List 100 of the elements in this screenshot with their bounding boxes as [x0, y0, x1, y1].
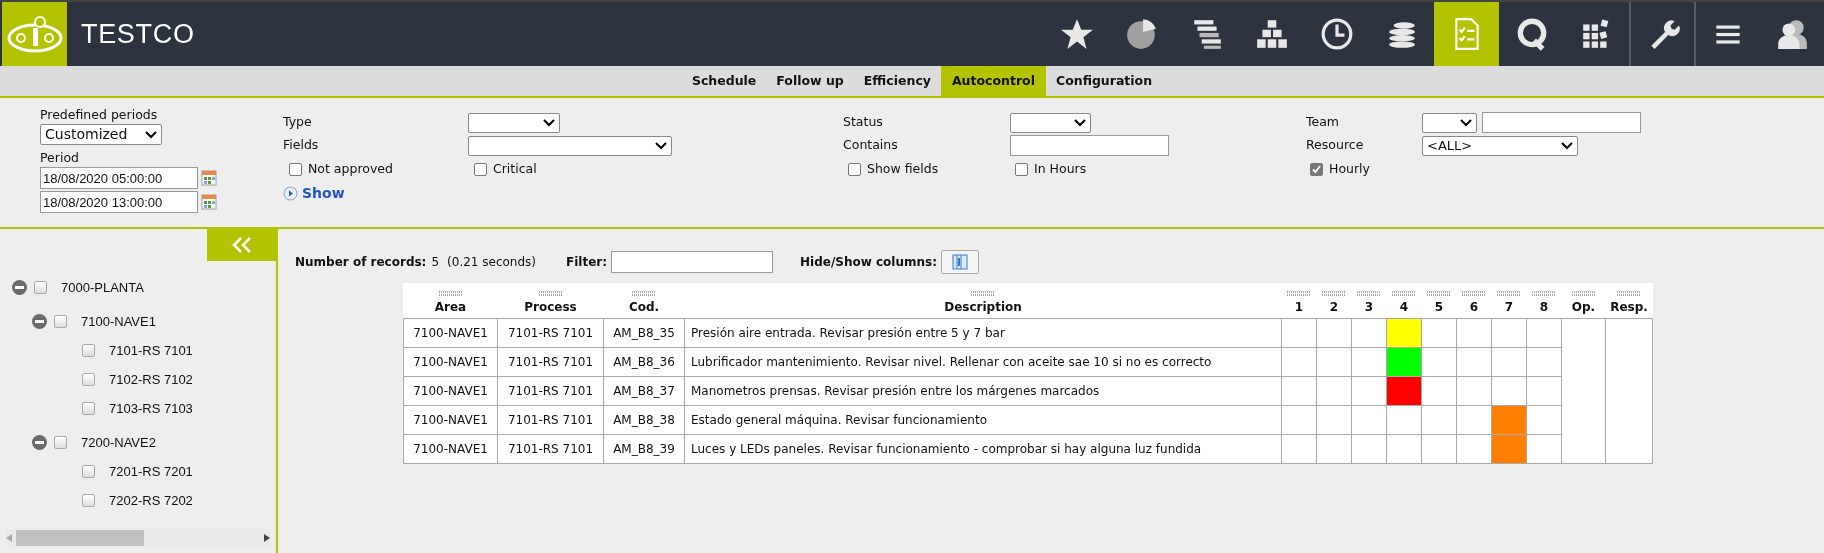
tab[interactable]: Efficiency: [853, 66, 941, 96]
columns-toggle-button[interactable]: [941, 250, 979, 274]
column-header[interactable]: Area: [434, 297, 467, 316]
dropdown[interactable]: <ALL>: [1422, 135, 1578, 156]
records-label: Number of records:: [295, 254, 427, 271]
drag-grip-icon[interactable]: [1357, 290, 1381, 296]
column-header[interactable]: Process: [524, 297, 577, 316]
double-chevron-left-icon: [230, 236, 253, 254]
calendar-icon[interactable]: [201, 194, 217, 210]
drag-grip-icon[interactable]: [632, 290, 656, 296]
predefined-periods-select[interactable]: Customized: [40, 124, 162, 145]
drag-grip-icon[interactable]: [438, 290, 463, 296]
clock-icon: [1319, 17, 1354, 51]
field-label: Type: [283, 113, 313, 132]
tab[interactable]: Configuration: [1046, 66, 1163, 96]
checkbox[interactable]: [54, 436, 67, 449]
tab[interactable]: Autocontrol: [940, 66, 1046, 96]
columns-toggle-label: Hide/Show columns:: [800, 254, 937, 271]
checkbox[interactable]: [289, 163, 302, 176]
table-cell: 7101-RS 7101: [497, 405, 604, 434]
collapse-icon[interactable]: [32, 314, 47, 329]
drag-grip-icon[interactable]: [1617, 290, 1641, 296]
drag-grip-icon[interactable]: [1497, 290, 1521, 296]
scroll-right-icon[interactable]: [264, 534, 270, 542]
tree-item[interactable]: 7201-RS 7201: [109, 461, 193, 482]
column-header[interactable]: 7: [1504, 297, 1514, 316]
drag-grip-icon[interactable]: [1322, 290, 1346, 296]
table-cell: 7100-NAVE1: [403, 405, 498, 434]
tree-item[interactable]: 7202-RS 7202: [109, 490, 193, 511]
chevron-down-icon: [145, 130, 157, 139]
table-cell: Lubrificador mantenimiento. Revisar nivel. Rellenar con aceite sae 10 si no es correcto: [684, 347, 1282, 376]
drag-grip-icon[interactable]: [1427, 290, 1451, 296]
drag-grip-icon[interactable]: [538, 290, 563, 296]
tree-item[interactable]: 7200-NAVE2: [81, 432, 156, 453]
field-label: Contains: [843, 136, 899, 155]
drag-grip-icon[interactable]: [1462, 290, 1486, 296]
date-field[interactable]: 18/08/2020 05:00:00: [40, 167, 198, 189]
column-header[interactable]: 8: [1539, 297, 1549, 316]
checkbox[interactable]: [1015, 163, 1028, 176]
column-header[interactable]: 1: [1294, 297, 1304, 316]
filter-label: Filter:: [566, 254, 608, 271]
collapse-icon[interactable]: [32, 435, 47, 450]
horizontal-scrollbar[interactable]: [6, 529, 270, 547]
checkbox[interactable]: [82, 373, 95, 386]
field-label: Resource: [1306, 136, 1365, 155]
checkbox[interactable]: [474, 163, 487, 176]
table-cell: 7100-NAVE1: [403, 318, 498, 347]
column-header[interactable]: Op.: [1571, 297, 1596, 316]
checkbox[interactable]: [82, 494, 95, 507]
date-field[interactable]: 18/08/2020 13:00:00: [40, 191, 198, 213]
tab[interactable]: Schedule: [681, 66, 767, 96]
column-header[interactable]: 4: [1399, 297, 1409, 316]
tree-item[interactable]: 7103-RS 7103: [109, 398, 193, 419]
drag-grip-icon[interactable]: [1571, 290, 1596, 296]
tree-item[interactable]: 7000-PLANTA: [61, 277, 144, 298]
table-cell: AM_B8_37: [603, 376, 685, 405]
field-label: Predefined periods: [40, 106, 159, 124]
scroll-left-icon[interactable]: [6, 534, 12, 542]
field-label: Status: [843, 113, 884, 132]
calendar-icon[interactable]: [201, 170, 217, 186]
checkbox[interactable]: [848, 163, 861, 176]
tree-item[interactable]: 7102-RS 7102: [109, 369, 193, 390]
column-header[interactable]: Resp.: [1610, 297, 1648, 316]
column-header[interactable]: 3: [1364, 297, 1374, 316]
dropdown[interactable]: [1422, 112, 1477, 133]
column-header[interactable]: 5: [1434, 297, 1444, 316]
chevron-down-icon: [543, 118, 555, 127]
table-cell: AM_B8_36: [603, 347, 685, 376]
column-header[interactable]: 6: [1469, 297, 1479, 316]
tab[interactable]: Follow up: [766, 66, 854, 96]
table-cell: Presión aire entrada. Revisar presión entre 5 y 7 bar: [684, 318, 1282, 347]
checkbox[interactable]: [82, 402, 95, 415]
input-field[interactable]: [1482, 112, 1641, 133]
collapse-icon[interactable]: [12, 280, 27, 295]
table-cell: AM_B8_39: [603, 434, 685, 463]
collapse-button[interactable]: [207, 229, 276, 261]
table-cell: AM_B8_35: [603, 318, 685, 347]
column-header[interactable]: Description: [944, 297, 1022, 316]
filter-field[interactable]: [611, 251, 774, 273]
column-header[interactable]: 2: [1329, 297, 1339, 316]
input-field[interactable]: [1010, 135, 1169, 156]
drag-grip-icon[interactable]: [1532, 290, 1556, 296]
drag-grip-icon[interactable]: [1287, 290, 1311, 296]
checkbox[interactable]: [82, 465, 95, 478]
tree-item[interactable]: 7100-NAVE1: [81, 311, 156, 332]
table-cell: 7101-RS 7101: [497, 434, 604, 463]
scrollbar-thumb[interactable]: [16, 530, 144, 546]
stacked-boxes-icon: [1254, 17, 1289, 51]
drag-grip-icon[interactable]: [1392, 290, 1416, 296]
drag-grip-icon[interactable]: [971, 290, 995, 296]
show-link[interactable]: Show: [283, 182, 345, 204]
column-header[interactable]: Cod.: [628, 297, 660, 316]
tree-item[interactable]: 7101-RS 7101: [109, 340, 193, 361]
table-cell: 7101-RS 7101: [497, 376, 604, 405]
checkbox[interactable]: [34, 281, 47, 294]
checkbox[interactable]: [82, 344, 95, 357]
table-cell: 7101-RS 7101: [497, 318, 604, 347]
play-circle-icon: [283, 185, 298, 201]
checkbox[interactable]: [54, 315, 67, 328]
checkbox[interactable]: [1310, 163, 1323, 176]
